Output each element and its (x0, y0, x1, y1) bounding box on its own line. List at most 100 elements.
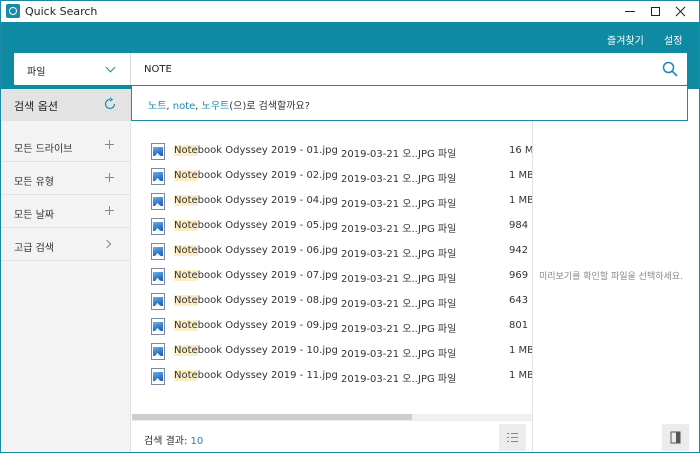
window-title: Quick Search (25, 5, 98, 18)
search-input[interactable] (132, 53, 652, 85)
file-size: 1 MB (509, 345, 532, 356)
file-name: Notebook Odyssey 2019 - 06.jpg (174, 245, 338, 256)
file-name-rest: book Odyssey 2019 - 08.jpg (197, 295, 338, 306)
image-file-icon (151, 368, 165, 385)
match-highlight: Note (174, 145, 198, 156)
file-name: Notebook Odyssey 2019 - 07.jpg (174, 270, 338, 281)
file-type: JPG 파일 (418, 324, 457, 335)
image-file-icon (151, 193, 165, 210)
list-item[interactable]: Notebook Odyssey 2019 - 11.jpg 2019-03-2… (132, 364, 532, 389)
file-size: 16 MB (509, 145, 532, 156)
file-type: JPG 파일 (418, 299, 457, 310)
search-bar: 파일 (14, 53, 687, 85)
file-list: Notebook Odyssey 2019 - 01.jpg 2019-03-2… (132, 121, 532, 411)
file-type: JPG 파일 (418, 224, 457, 235)
file-name-rest: book Odyssey 2019 - 06.jpg (197, 245, 338, 256)
result-count: 검색 결과: 10 (144, 432, 203, 447)
suggestion-term[interactable]: 노트 (148, 101, 166, 112)
search-suggestion[interactable]: 노트, note, 노우트(으)로 검색할까요? (131, 86, 688, 121)
file-date: 2019-03-21 오... (341, 274, 422, 285)
list-view-button[interactable] (499, 424, 526, 451)
file-date: 2019-03-21 오... (341, 224, 422, 235)
sidebar-item-advanced-search[interactable]: 고급 검색 (1, 229, 130, 261)
file-type: JPG 파일 (418, 374, 457, 385)
file-date: 2019-03-21 오... (341, 299, 422, 310)
file-name-rest: book Odyssey 2019 - 10.jpg (197, 345, 338, 356)
list-item[interactable]: Notebook Odyssey 2019 - 05.jpg 2019-03-2… (132, 214, 532, 239)
preview-placeholder: 미리보기를 확인할 파일을 선택하세요. (539, 272, 683, 282)
close-button[interactable] (657, 1, 699, 22)
file-size: 643 K (509, 295, 532, 306)
match-highlight: Note (174, 195, 198, 206)
suggestion-term[interactable]: 노우트 (202, 101, 230, 112)
list-item[interactable]: Notebook Odyssey 2019 - 01.jpg 2019-03-2… (132, 139, 532, 164)
file-size: 942 K (509, 245, 532, 256)
result-count-label: 검색 결과: (144, 436, 191, 447)
file-type: JPG 파일 (418, 174, 457, 185)
sidebar-item-search-options[interactable]: 검색 옵션 (1, 89, 130, 121)
list-view-icon (507, 433, 518, 442)
file-type: JPG 파일 (418, 249, 457, 260)
sidebar-item-all-drives[interactable]: 모든 드라이브 (1, 130, 130, 162)
file-size: 1 MB (509, 170, 532, 181)
file-name-rest: book Odyssey 2019 - 05.jpg (197, 220, 338, 231)
list-item[interactable]: Notebook Odyssey 2019 - 09.jpg 2019-03-2… (132, 314, 532, 339)
list-item[interactable]: Notebook Odyssey 2019 - 08.jpg 2019-03-2… (132, 289, 532, 314)
search-header: 즐겨찾기 설정 파일 (1, 22, 699, 89)
file-name-rest: book Odyssey 2019 - 01.jpg (197, 145, 338, 156)
file-date: 2019-03-21 오... (341, 199, 422, 210)
file-name: Notebook Odyssey 2019 - 11.jpg (174, 370, 338, 381)
plus-icon (105, 173, 114, 182)
file-date: 2019-03-21 오... (341, 174, 422, 185)
chevron-down-icon (105, 62, 116, 73)
settings-link[interactable]: 설정 (664, 32, 682, 47)
list-item[interactable]: Notebook Odyssey 2019 - 02.jpg 2019-03-2… (132, 164, 532, 189)
suggestion-text: (으)로 검색할까요? (229, 101, 310, 112)
sidebar-item-label: 모든 날짜 (14, 210, 54, 221)
refresh-icon[interactable] (103, 97, 117, 111)
search-icon[interactable] (662, 61, 678, 77)
file-date: 2019-03-21 오... (341, 149, 422, 160)
file-type: JPG 파일 (418, 274, 457, 285)
scope-label: 파일 (27, 67, 46, 78)
file-name: Notebook Odyssey 2019 - 10.jpg (174, 345, 338, 356)
plus-icon (105, 140, 114, 149)
scope-dropdown[interactable]: 파일 (14, 53, 131, 85)
sidebar-item-all-types[interactable]: 모든 유형 (1, 163, 130, 195)
match-highlight: Note (174, 320, 198, 331)
sidebar-item-label: 검색 옵션 (14, 100, 58, 113)
chevron-right-icon (102, 239, 112, 249)
list-item[interactable]: Notebook Odyssey 2019 - 06.jpg 2019-03-2… (132, 239, 532, 264)
list-item[interactable]: Notebook Odyssey 2019 - 07.jpg 2019-03-2… (132, 264, 532, 289)
sidebar-item-label: 모든 드라이브 (14, 144, 73, 155)
title-bar[interactable]: Quick Search (1, 1, 699, 22)
file-size: 984 K (509, 220, 532, 231)
file-name-rest: book Odyssey 2019 - 11.jpg (197, 370, 338, 381)
file-size: 969 K (509, 270, 532, 281)
match-highlight: Note (174, 270, 198, 281)
match-highlight: Note (174, 295, 198, 306)
favorites-link[interactable]: 즐겨찾기 (607, 32, 644, 47)
footer-divider (132, 420, 532, 421)
sidebar-item-all-dates[interactable]: 모든 날짜 (1, 196, 130, 228)
suggestion-term[interactable]: note (173, 101, 196, 112)
app-window: Quick Search 즐겨찾기 설정 파일 노트, note, 노우트(으)… (0, 0, 700, 453)
list-item[interactable]: Notebook Odyssey 2019 - 04.jpg 2019-03-2… (132, 189, 532, 214)
file-name-rest: book Odyssey 2019 - 09.jpg (197, 320, 338, 331)
filter-sidebar: 검색 옵션 모든 드라이브 모든 유형 모든 날짜 고급 검색 (1, 89, 131, 452)
image-file-icon (151, 243, 165, 260)
file-name-rest: book Odyssey 2019 - 04.jpg (197, 195, 338, 206)
preview-panel-button[interactable] (662, 424, 689, 451)
image-file-icon (151, 168, 165, 185)
preview-divider[interactable] (532, 121, 533, 452)
preview-panel-icon (670, 431, 681, 444)
list-item[interactable]: Notebook Odyssey 2019 - 10.jpg 2019-03-2… (132, 339, 532, 364)
file-name: Notebook Odyssey 2019 - 01.jpg (174, 145, 338, 156)
image-file-icon (151, 293, 165, 310)
sidebar-item-label: 모든 유형 (14, 177, 54, 188)
match-highlight: Note (174, 370, 198, 381)
file-size: 1 MB (509, 195, 532, 206)
file-name: Notebook Odyssey 2019 - 05.jpg (174, 220, 338, 231)
file-name: Notebook Odyssey 2019 - 09.jpg (174, 320, 338, 331)
sidebar-item-label: 고급 검색 (14, 243, 54, 254)
